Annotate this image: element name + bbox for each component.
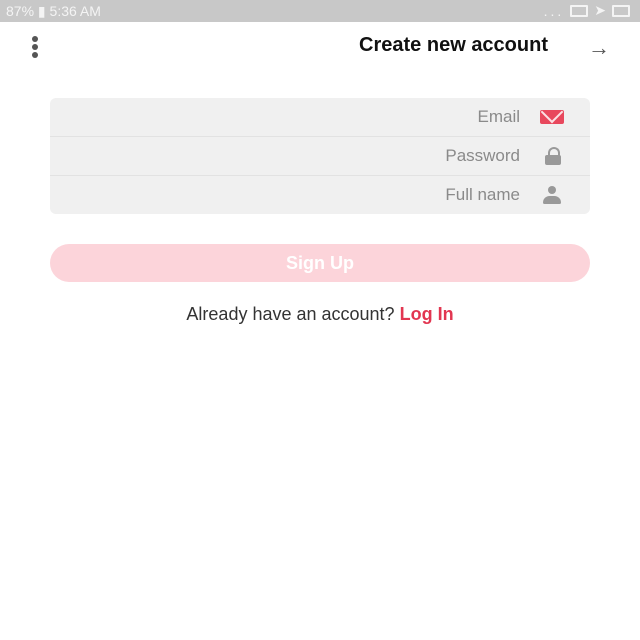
login-prompt: Already have an account? Log In bbox=[0, 304, 640, 325]
arrow-icon[interactable]: → bbox=[588, 35, 610, 61]
battery-percent: 87% bbox=[6, 3, 35, 19]
email-icon bbox=[540, 108, 564, 126]
status-bar: 87% ▮ 5:36 AM ... ➤ bbox=[0, 0, 640, 22]
email-placeholder: Email bbox=[477, 107, 520, 126]
lock-icon bbox=[540, 147, 564, 165]
battery-icon: ▮ bbox=[37, 3, 46, 19]
login-prompt-text: Already have an account? bbox=[186, 304, 395, 324]
overflow-dots-icon: ... bbox=[543, 2, 565, 19]
app-header: Create new account → bbox=[0, 22, 640, 70]
image-icon bbox=[612, 4, 630, 17]
fullname-placeholder: Full name bbox=[445, 185, 520, 204]
signup-button[interactable]: Sign Up bbox=[50, 244, 590, 282]
password-field[interactable]: Password bbox=[50, 137, 590, 176]
status-time: 87% ▮ 5:36 AM bbox=[6, 3, 101, 20]
signup-form: Email Password Full name bbox=[50, 98, 590, 214]
notification-box-icon bbox=[570, 4, 589, 17]
user-icon bbox=[540, 186, 564, 204]
send-icon: ➤ bbox=[594, 2, 606, 18]
time-text: 5:36 AM bbox=[49, 3, 101, 19]
fullname-field[interactable]: Full name bbox=[50, 176, 590, 214]
login-link[interactable]: Log In bbox=[400, 304, 454, 324]
status-icons: ... ➤ bbox=[544, 2, 630, 19]
email-field[interactable]: Email bbox=[50, 98, 590, 137]
more-vert-icon[interactable] bbox=[30, 36, 40, 60]
password-placeholder: Password bbox=[445, 146, 520, 165]
page-title: Create new account bbox=[359, 34, 548, 56]
